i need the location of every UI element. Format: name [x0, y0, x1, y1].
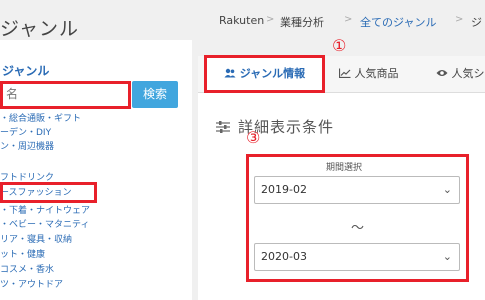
breadcrumb-industry-analysis[interactable]: 業種分析 — [280, 14, 324, 30]
sidebar-title: ジャンル — [0, 18, 80, 40]
category-item[interactable]: ・総合通販・ギフト — [0, 113, 81, 125]
tab-label: 人気シ — [451, 67, 485, 80]
category-item[interactable]: ・下着・ナイトウェア — [0, 205, 90, 217]
annotation-box-period — [246, 154, 469, 282]
tab-popular-shops[interactable]: 人気シ — [436, 56, 485, 92]
category-item[interactable]: コスメ・香水 — [0, 264, 54, 276]
tab-label: 人気商品 — [354, 67, 399, 80]
eye-icon — [436, 67, 452, 80]
breadcrumb-rakuten[interactable]: Rakuten — [219, 14, 264, 27]
annotation-marker-1: ① — [332, 36, 347, 55]
breadcrumb-all-genres[interactable]: 全てのジャンル — [360, 14, 436, 30]
breadcrumb-separator: > — [455, 14, 464, 25]
genre-sidebar — [0, 40, 192, 300]
category-item[interactable]: ン・周辺機器 — [0, 141, 54, 153]
tab-popular-products[interactable]: 人気商品 — [338, 56, 399, 92]
chart-icon — [338, 67, 355, 80]
annotation-box-search — [0, 81, 131, 109]
category-item[interactable]: ット・健康 — [0, 249, 45, 261]
annotation-box-tab — [204, 55, 325, 93]
category-item[interactable]: ・ベビー・マタニティ — [0, 219, 89, 231]
search-button[interactable]: 検索 — [132, 81, 178, 108]
annotation-box-category — [0, 182, 97, 203]
annotation-marker-3: ③ — [246, 128, 261, 147]
category-item[interactable]: ーデン・DIY — [0, 127, 51, 139]
sliders-icon — [216, 118, 230, 137]
category-item[interactable]: ツ・アウトドア — [0, 279, 63, 291]
breadcrumb-separator: > — [344, 14, 353, 25]
breadcrumb-current: ジ — [471, 16, 482, 29]
category-item[interactable]: リア・寝具・収納 — [0, 234, 72, 246]
genre-heading: ジャンル — [2, 64, 50, 78]
breadcrumb-separator: > — [266, 14, 275, 25]
